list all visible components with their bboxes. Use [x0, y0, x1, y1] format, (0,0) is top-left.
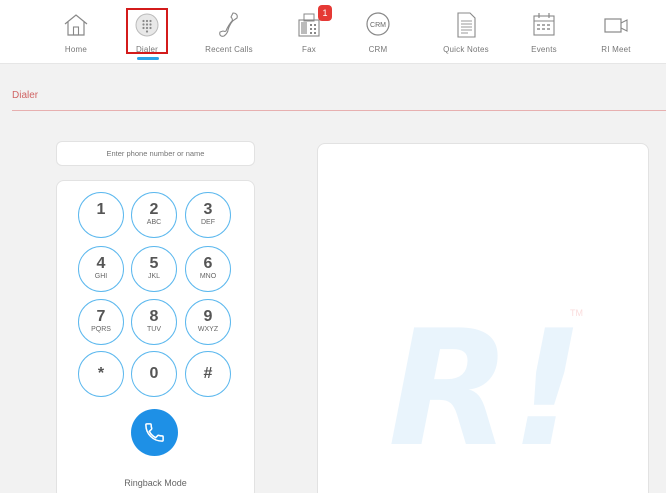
phone-call-icon — [145, 423, 164, 442]
nav-events-label: Events — [531, 45, 557, 54]
key-digit: 9 — [203, 308, 213, 325]
phone-number-input[interactable] — [56, 141, 255, 166]
nav-home-label: Home — [64, 45, 88, 54]
crm-icon: CRM — [364, 10, 392, 40]
nav-ri-meet-label: RI Meet — [601, 45, 631, 54]
key-5[interactable]: 5 JKL — [131, 246, 177, 292]
nav-recent-calls[interactable]: Recent Calls — [199, 8, 259, 62]
key-4[interactable]: 4 GHI — [78, 246, 124, 292]
key-digit: 6 — [203, 255, 213, 272]
key-star[interactable]: * — [78, 351, 124, 397]
crm-icon-text: CRM — [370, 22, 386, 29]
active-tab-indicator — [137, 57, 159, 60]
key-1[interactable]: 1 — [78, 192, 124, 238]
nav-quick-notes[interactable]: Quick Notes — [436, 8, 496, 62]
contact-details-panel: R! TM — [317, 143, 649, 493]
key-digit: 8 — [149, 308, 159, 325]
key-letters: PQRS — [91, 326, 111, 333]
key-3[interactable]: 3 DEF — [185, 192, 231, 238]
key-letters: MNO — [199, 273, 217, 280]
trademark-text: TM — [570, 308, 583, 318]
calendar-icon — [530, 10, 558, 40]
video-icon — [602, 10, 630, 40]
key-letters: JKL — [147, 273, 161, 280]
key-digit: * — [97, 365, 105, 382]
home-icon — [62, 10, 90, 40]
top-navigation: Home Dialer Recent Calls Fax 1 CRM CRM Q… — [0, 0, 666, 64]
key-6[interactable]: 6 MNO — [185, 246, 231, 292]
dialer-selection-highlight — [126, 8, 168, 54]
nav-ri-meet[interactable]: RI Meet — [586, 8, 646, 62]
page-title: Dialer — [12, 90, 39, 101]
key-digit: 2 — [149, 201, 159, 218]
key-9[interactable]: 9 WXYZ — [185, 299, 231, 345]
key-digit: 5 — [149, 255, 159, 272]
section-divider — [12, 110, 666, 111]
key-0[interactable]: 0 — [131, 351, 177, 397]
ringback-mode-label[interactable]: Ringback Mode — [56, 478, 255, 488]
key-letters: TUV — [147, 326, 161, 333]
nav-crm[interactable]: CRM CRM — [348, 8, 408, 62]
key-digit: 4 — [96, 255, 106, 272]
nav-crm-label: CRM — [368, 45, 388, 54]
key-digit: 7 — [96, 308, 106, 325]
nav-home[interactable]: Home — [46, 8, 106, 62]
key-letters: DEF — [201, 219, 215, 226]
key-digit: 1 — [96, 201, 106, 218]
key-hash[interactable]: # — [185, 351, 231, 397]
key-digit: # — [203, 365, 213, 382]
notes-icon — [452, 10, 480, 40]
phone-handset-icon — [215, 10, 243, 40]
ri-logo: R! TM — [388, 295, 584, 454]
fax-notification-badge: 1 — [318, 5, 332, 21]
key-digit: 0 — [149, 365, 159, 382]
nav-events[interactable]: Events — [514, 8, 574, 62]
key-8[interactable]: 8 TUV — [131, 299, 177, 345]
key-letters: GHI — [94, 273, 108, 280]
nav-quick-notes-label: Quick Notes — [443, 45, 489, 54]
key-2[interactable]: 2 ABC — [131, 192, 177, 238]
key-7[interactable]: 7 PQRS — [78, 299, 124, 345]
key-letters: WXYZ — [197, 326, 219, 333]
call-button[interactable] — [131, 409, 178, 456]
key-digit: 3 — [203, 201, 213, 218]
nav-recent-calls-label: Recent Calls — [205, 45, 253, 54]
ri-logo-letters: R! — [388, 295, 584, 454]
key-letters: ABC — [146, 219, 162, 226]
nav-fax-label: Fax — [302, 45, 316, 54]
